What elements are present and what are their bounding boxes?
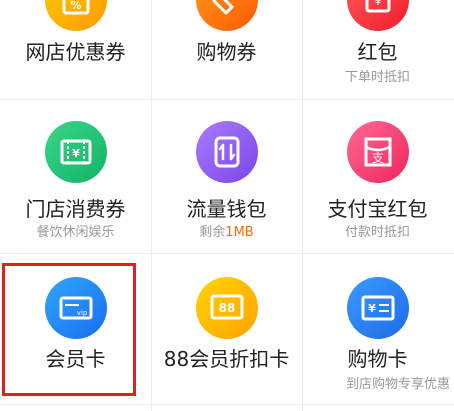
grid-item-vip-card[interactable]: vip 会员卡 (0, 253, 151, 404)
item-label: 网店优惠券 (25, 40, 126, 64)
svg-text:%: % (70, 0, 81, 12)
grid-item-alipay-red-packet[interactable]: 支 支付宝红包 付款时抵扣 (302, 99, 453, 253)
red-packet-icon: ¥ (346, 0, 409, 31)
data-remaining-prefix: 剩余 (199, 225, 226, 240)
item-subtitle: 餐饮休闲娱乐 (36, 225, 115, 240)
88-card-icon: 88 (195, 277, 258, 339)
svg-text:¥: ¥ (374, 0, 381, 8)
item-label: 会员卡 (45, 347, 106, 371)
grid-divider (0, 404, 454, 405)
grid-item-data-wallet[interactable]: 流量钱包 剩余1MB (151, 99, 302, 253)
item-label: 流量钱包 (186, 197, 267, 221)
item-subtitle: 付款时抵扣 (344, 225, 410, 240)
item-subtitle: 到店购物专享优惠 (346, 377, 451, 392)
svg-text:支: 支 (371, 151, 383, 165)
item-label: 支付宝红包 (327, 197, 428, 221)
grid-item-store-coupon[interactable]: ¥ 门店消费券 餐饮休闲娱乐 (0, 99, 151, 253)
store-coupon-icon: ¥ (44, 121, 107, 183)
shopping-voucher-icon (195, 0, 258, 31)
svg-text:¥: ¥ (72, 147, 80, 160)
grid-item-red-packet[interactable]: ¥ 红包 下单时抵扣 (302, 0, 453, 99)
svg-text:88: 88 (218, 301, 235, 315)
coupon-grid: % 网店优惠券 购物券 ¥ 红包 下单时抵扣 ¥ 门店消费券 餐饮休闲娱乐 流量… (0, 0, 454, 411)
grid-item-shopping-voucher[interactable]: 购物券 (151, 0, 302, 99)
data-remaining-value: 1MB (225, 225, 254, 240)
grid-item-shop-coupon[interactable]: % 网店优惠券 (0, 0, 151, 99)
grid-item-88-member-card[interactable]: 88 88会员折扣卡 (151, 253, 302, 404)
svg-text:vip: vip (76, 309, 87, 317)
item-label: 购物券 (196, 40, 257, 64)
item-label: 购物卡 (347, 347, 408, 371)
item-subtitle: 下单时抵扣 (344, 70, 410, 85)
alipay-red-packet-icon: 支 (346, 121, 409, 183)
shopping-card-icon: ¥ (346, 277, 409, 339)
svg-text:¥: ¥ (368, 302, 376, 315)
data-wallet-icon (195, 121, 258, 183)
percent-coupon-icon: % (44, 0, 107, 31)
item-label: 门店消费券 (25, 197, 126, 221)
item-label: 88会员折扣卡 (163, 347, 290, 371)
grid-item-shopping-card[interactable]: ¥ 购物卡 到店购物专享优惠 (302, 253, 453, 404)
item-label: 红包 (357, 40, 398, 64)
vip-card-icon: vip (44, 277, 107, 339)
item-subtitle: 剩余1MB (151, 225, 302, 241)
